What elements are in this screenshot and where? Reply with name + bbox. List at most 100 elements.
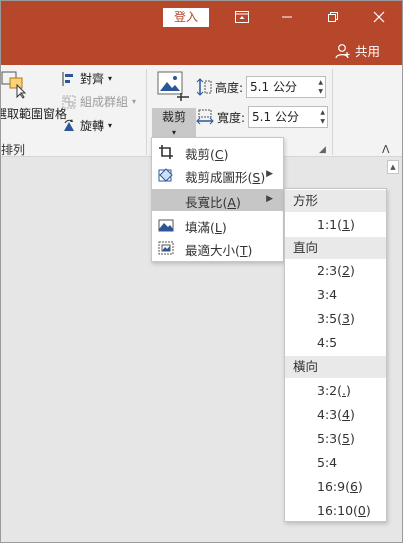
option-accelerator: 1 [342, 217, 350, 232]
menu-item-accelerator: L [214, 220, 222, 235]
menu-item-aspect-ratio[interactable]: 長寬比(A) ▶ [152, 189, 283, 211]
menu-item-crop-to-shape[interactable]: 裁剪成圖形(S) ▶ [152, 164, 283, 186]
aspect-option-1-1[interactable]: 1:1(1) [285, 214, 386, 236]
menu-item-label-suffix: ) [221, 220, 227, 235]
option-accelerator: 0 [357, 503, 366, 518]
option-label-suffix: ) [349, 431, 355, 446]
crop-shape-icon [158, 168, 173, 182]
restore-icon [328, 12, 338, 22]
spinner-arrows-icon[interactable]: ▲ ▼ [320, 108, 325, 126]
aspect-option-3-2[interactable]: 3:2(.) [285, 380, 386, 402]
menu-item-label: 裁剪( [185, 147, 215, 162]
crop-dropdown-button[interactable]: 裁剪 ▾ [152, 108, 196, 139]
menu-item-accelerator: T [239, 243, 248, 258]
minimize-button[interactable] [264, 3, 310, 31]
aspect-option-5-4[interactable]: 5:4 [285, 452, 386, 474]
group-button[interactable]: 組成群組 ▾ [62, 93, 136, 110]
rotate-icon [64, 118, 74, 131]
rotate-button[interactable]: 旋轉 ▾ [62, 117, 112, 134]
rotate-label: 旋轉 [80, 119, 105, 133]
option-label: 5:3( [317, 431, 342, 446]
align-button[interactable]: 對齊 ▾ [62, 70, 112, 87]
minimize-icon [282, 16, 292, 18]
aspect-ratio-submenu: 方形 1:1(1) 直向 2:3(2) 3:4 3:5(3) 4:5 橫向 3:… [284, 188, 387, 522]
aspect-option-3-4[interactable]: 3:4 [285, 284, 386, 306]
aspect-option-2-3[interactable]: 2:3(2) [285, 260, 386, 282]
menu-item-crop[interactable]: 裁剪(C) [152, 141, 283, 163]
aspect-option-5-3[interactable]: 5:3(5) [285, 428, 386, 450]
group-icon [62, 95, 76, 108]
menu-item-label: 最適大小( [185, 243, 240, 258]
submenu-arrow-icon: ▶ [266, 169, 273, 179]
aspect-option-4-3[interactable]: 4:3(4) [285, 404, 386, 426]
option-label: 5:4 [317, 455, 338, 470]
crop-label: 裁剪 [161, 110, 186, 124]
group-label: 組成群組 [80, 95, 129, 109]
ribbon-divider [332, 69, 333, 155]
chevron-down-icon: ▾ [108, 74, 113, 83]
height-value: 5.1 公分 [250, 80, 297, 94]
option-label: 16:9( [317, 479, 350, 494]
share-button[interactable]: 共用 [335, 41, 380, 60]
ribbon-display-options-button[interactable] [219, 3, 265, 31]
height-icon [196, 78, 212, 96]
menu-item-fit[interactable]: 最適大小(T) [152, 237, 283, 259]
option-label-suffix: ) [345, 383, 351, 398]
submenu-header-landscape: 橫向 [285, 356, 386, 378]
option-label: 4:3( [317, 407, 342, 422]
menu-item-label-suffix: ) [235, 195, 241, 210]
menu-item-accelerator: A [227, 195, 236, 210]
aspect-option-16-10[interactable]: 16:10(0) [285, 500, 386, 522]
option-label: 4:5 [317, 335, 338, 350]
aspect-option-3-5[interactable]: 3:5(3) [285, 308, 386, 330]
height-input[interactable]: 5.1 公分 ▲ ▼ [246, 76, 327, 98]
width-input[interactable]: 5.1 公分 ▲ ▼ [248, 106, 329, 128]
width-icon [196, 109, 214, 125]
option-label-suffix: ) [349, 217, 355, 232]
chevron-down-icon: ▾ [108, 121, 113, 130]
chevron-down-icon: ▾ [171, 128, 176, 137]
chevron-down-icon: ▾ [132, 97, 137, 106]
menu-item-fill[interactable]: 填滿(L) [152, 214, 283, 236]
align-icon [62, 71, 73, 86]
option-label: 2:3( [317, 263, 342, 278]
size-dialog-launcher-icon[interactable]: ◢ [319, 145, 326, 155]
selection-pane-label: 選取範圍窗格 [0, 107, 68, 121]
collapse-ribbon-icon[interactable]: ᐱ [382, 143, 390, 156]
option-label: 1:1( [317, 217, 342, 232]
height-row: 高度: 5.1 公分 ▲ ▼ [196, 76, 327, 98]
crop-menu: 裁剪(C) 裁剪成圖形(S) ▶ 長寬比(A) ▶ 填滿(L) 最適大小(T) [151, 137, 284, 262]
menu-item-label-suffix: ) [260, 170, 266, 185]
selection-pane-icon [1, 71, 27, 99]
option-label: 3:5( [317, 311, 342, 326]
menu-item-label: 填滿( [185, 220, 215, 235]
submenu-header-portrait: 直向 [285, 237, 386, 259]
option-label-suffix: ) [349, 407, 355, 422]
option-label: 3:4 [317, 287, 338, 302]
submenu-header-square: 方形 [285, 190, 386, 212]
crop-picture-icon [157, 71, 189, 101]
ribbon-divider [146, 69, 147, 155]
crop-button[interactable]: 裁剪 ▾ [152, 71, 196, 139]
aspect-option-4-5[interactable]: 4:5 [285, 332, 386, 354]
restore-button[interactable] [310, 3, 356, 31]
option-label-suffix: ) [349, 311, 355, 326]
close-button[interactable] [356, 3, 402, 31]
menu-item-accelerator: C [214, 147, 224, 162]
width-label: 寬度: [217, 110, 246, 125]
sign-in-button[interactable]: 登入 [163, 8, 209, 27]
option-accelerator: 6 [349, 479, 358, 494]
spinner-arrows-icon[interactable]: ▲ ▼ [318, 78, 323, 96]
scroll-up-arrow-icon[interactable]: ▲ [387, 160, 399, 174]
option-accelerator: 2 [342, 263, 350, 278]
option-label: 16:10( [317, 503, 358, 518]
option-label-suffix: ) [357, 479, 363, 494]
ribbon-display-icon [235, 11, 249, 23]
aspect-option-16-9[interactable]: 16:9(6) [285, 476, 386, 498]
crop-icon [159, 145, 173, 159]
arrange-group-label: 排列 [1, 143, 26, 157]
menu-item-label-suffix: ) [223, 147, 229, 162]
height-label: 高度: [215, 80, 244, 95]
title-bar: 登入 共用 [1, 1, 402, 65]
width-value: 5.1 公分 [252, 110, 299, 124]
